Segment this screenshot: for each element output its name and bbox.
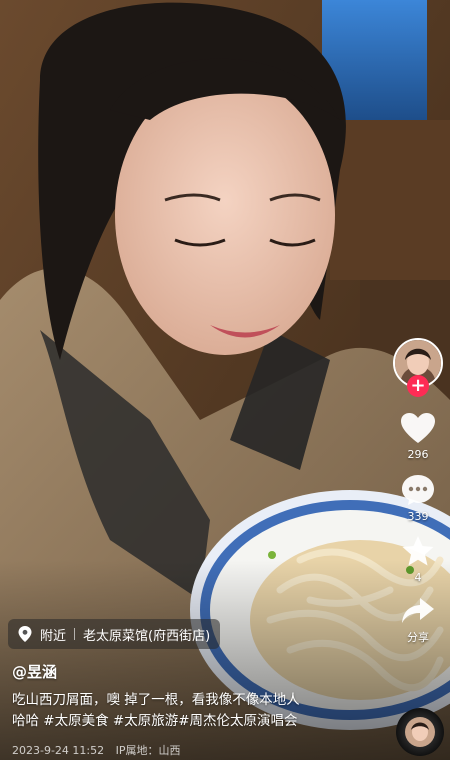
caption-line-2[interactable]: 哈哈 #太原美食 #太原旅游#周杰伦太原演唱会 bbox=[12, 711, 382, 732]
action-rail: + 296 339 4 分享 bbox=[390, 338, 446, 645]
star-icon bbox=[402, 536, 434, 566]
comment-button[interactable]: 339 bbox=[400, 473, 436, 523]
author-handle[interactable]: @昱涵 bbox=[12, 661, 57, 682]
share-button[interactable]: 分享 bbox=[400, 596, 436, 645]
share-arrow-icon bbox=[402, 598, 434, 623]
location-pin-icon bbox=[18, 626, 32, 642]
favorite-count: 4 bbox=[414, 571, 422, 584]
author-avatar-group[interactable]: + bbox=[393, 338, 443, 400]
heart-icon bbox=[401, 413, 435, 443]
ip-location: IP属地：山西 bbox=[115, 744, 181, 757]
music-cover-avatar bbox=[405, 717, 435, 747]
like-count: 296 bbox=[407, 448, 429, 461]
video-caption[interactable]: 吃山西刀屑面，噢 掉了一根，看我像不像本地人 哈哈 #太原美食 #太原旅游#周杰… bbox=[12, 690, 382, 732]
comment-count: 339 bbox=[407, 510, 429, 523]
post-meta: 2023-9-24 11:52 IP属地：山西 bbox=[12, 742, 181, 758]
post-date: 2023-9-24 11:52 bbox=[12, 744, 105, 757]
location-tag[interactable]: 附近 老太原菜馆(府西街店) bbox=[8, 619, 221, 649]
follow-button[interactable]: + bbox=[407, 375, 429, 397]
music-disc[interactable] bbox=[396, 708, 444, 756]
share-label: 分享 bbox=[407, 631, 429, 644]
favorite-button[interactable]: 4 bbox=[401, 535, 435, 584]
location-divider bbox=[74, 628, 76, 640]
comment-icon bbox=[402, 475, 434, 505]
caption-line-1: 吃山西刀屑面，噢 掉了一根，看我像不像本地人 bbox=[12, 692, 300, 708]
like-button[interactable]: 296 bbox=[400, 412, 436, 461]
place-name: 老太原菜馆(府西街店) bbox=[83, 628, 211, 644]
nearby-label: 附近 bbox=[40, 628, 67, 644]
